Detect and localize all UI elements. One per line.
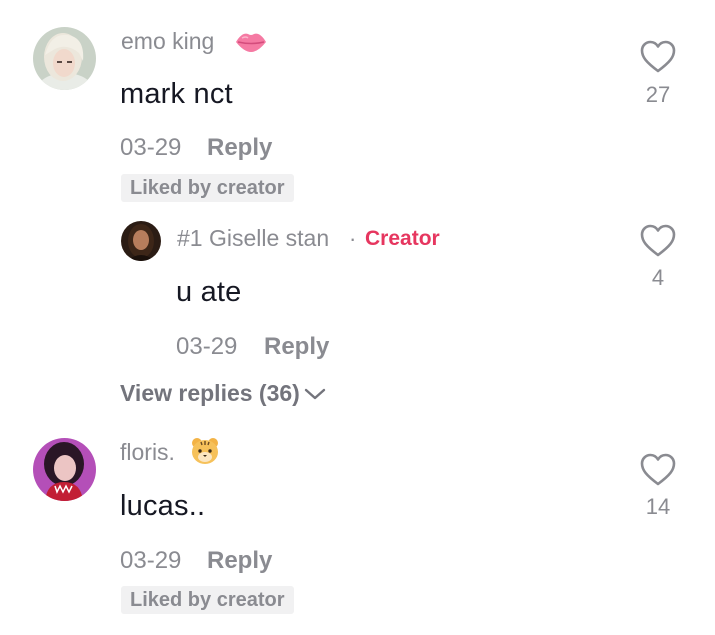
comment-date: 03-29 xyxy=(120,134,182,161)
comment-text: mark nct xyxy=(120,78,233,110)
avatar[interactable] xyxy=(121,221,161,261)
comment-date: 03-29 xyxy=(120,547,182,574)
heart-icon xyxy=(640,40,676,73)
like-button[interactable] xyxy=(640,40,676,74)
separator-dot: · xyxy=(349,226,357,251)
reply-button[interactable]: Reply xyxy=(207,547,272,575)
reply-date: 03-29 xyxy=(176,333,238,360)
heart-icon xyxy=(640,453,676,486)
avatar[interactable] xyxy=(33,27,96,90)
like-button[interactable] xyxy=(640,224,676,258)
like-count: 14 xyxy=(645,494,671,519)
liked-by-creator-badge: Liked by creator xyxy=(121,174,294,202)
reply-text: u ate xyxy=(176,276,242,308)
chevron-down-icon xyxy=(304,388,326,399)
like-button[interactable] xyxy=(640,453,676,487)
like-count: 4 xyxy=(651,265,665,290)
reply-username[interactable]: #1 Giselle stan xyxy=(177,225,329,252)
heart-icon xyxy=(640,224,676,257)
lips-icon xyxy=(234,30,268,59)
avatar[interactable] xyxy=(33,438,96,501)
like-count: 27 xyxy=(645,82,671,107)
comment-username[interactable]: floris. xyxy=(120,439,175,466)
reply-button[interactable]: Reply xyxy=(207,134,272,162)
reply-button[interactable]: Reply xyxy=(264,333,329,361)
comment-text: lucas.. xyxy=(120,490,206,522)
view-replies-button[interactable]: View replies (36) xyxy=(120,380,326,407)
tiger-face-icon xyxy=(190,436,220,471)
creator-label: Creator xyxy=(365,227,440,250)
view-replies-label: View replies (36) xyxy=(120,380,300,406)
liked-by-creator-badge: Liked by creator xyxy=(121,586,294,614)
comment-username[interactable]: emo king xyxy=(121,28,214,55)
